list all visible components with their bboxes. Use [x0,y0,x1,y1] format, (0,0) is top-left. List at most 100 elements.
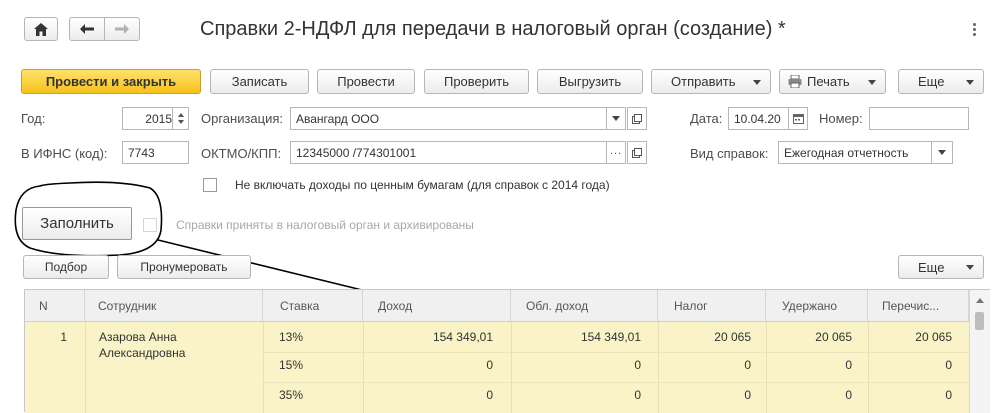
organization-field[interactable]: Авангард ООО [290,107,608,130]
column-header-employee[interactable]: Сотрудник [85,290,263,322]
ellipsis-icon: ... [609,144,623,157]
transferred-cell[interactable]: 20 065 [868,330,952,344]
save-button[interactable]: Записать [210,69,309,94]
income-cell[interactable]: 0 [363,388,493,402]
check-label: Проверить [443,74,509,89]
oktmo-open-button[interactable] [627,141,647,164]
chevron-down-icon [868,80,876,85]
table-header: N Сотрудник Ставка Доход Обл. доход Нало… [25,290,969,322]
withheld-cell[interactable]: 0 [766,358,852,372]
organization-label: Организация: [201,111,284,126]
income-cell[interactable]: 0 [363,358,493,372]
kind-select[interactable]: Ежегодная отчетность [778,141,933,164]
column-header-n[interactable]: N [25,290,85,322]
column-header-rate[interactable]: Ставка [263,290,363,322]
chevron-down-icon [753,80,761,85]
rate-cell[interactable]: 35% [279,388,303,402]
withheld-cell[interactable]: 0 [766,388,852,402]
organization-dropdown-button[interactable] [606,107,626,130]
fill-button[interactable]: Заполнить [22,207,132,240]
ifns-field[interactable]: 7743 [122,141,189,164]
column-divider [263,322,264,413]
date-field[interactable]: 10.04.20 [728,107,790,130]
more-label: Еще [918,74,945,89]
oktmo-select-button[interactable]: ... [606,141,626,164]
organization-value: Авангард ООО [296,111,380,126]
vertical-scrollbar[interactable] [969,290,990,413]
table-more-dropdown-button[interactable]: Еще [898,255,984,279]
taxable-income-cell[interactable]: 0 [511,388,641,402]
archived-checkbox[interactable] [143,218,157,232]
renumber-button[interactable]: Пронумеровать [117,255,251,279]
employee-name-line1: Азарова Анна [99,330,177,344]
date-label: Дата: [690,111,723,126]
tax-cell[interactable]: 20 065 [658,330,751,344]
number-label: Номер: [819,111,863,126]
withheld-cell[interactable]: 20 065 [766,330,852,344]
select-button[interactable]: Подбор [23,255,109,279]
year-spinner[interactable] [172,107,189,130]
exclude-securities-checkbox[interactable] [203,178,217,192]
exclude-securities-label: Не включать доходы по ценным бумагам (дл… [235,178,610,192]
rate-row-divider [263,352,969,353]
renumber-label: Пронумеровать [140,260,228,274]
chevron-down-icon [966,265,974,270]
tax-cell[interactable]: 0 [658,388,751,402]
print-label: Печать [807,74,850,89]
income-cell[interactable]: 154 349,01 [363,330,493,344]
more-dropdown-button[interactable]: Еще [898,69,984,94]
export-button[interactable]: Выгрузить [537,69,643,94]
post-and-close-button[interactable]: Провести и закрыть [21,69,201,94]
transferred-cell[interactable]: 0 [868,358,952,372]
rate-cell[interactable]: 13% [279,330,303,344]
arrow-left-icon [80,24,94,34]
employees-table[interactable]: N Сотрудник Ставка Доход Обл. доход Нало… [24,289,990,413]
calendar-button[interactable] [788,107,808,130]
kind-dropdown-button[interactable] [931,141,953,164]
taxable-income-cell[interactable]: 154 349,01 [511,330,641,344]
oktmo-kpp-field[interactable]: 12345000 /774301001 [290,141,608,164]
year-field[interactable]: 2015 [122,107,178,130]
spin-up-icon [177,113,184,117]
send-dropdown-button[interactable]: Отправить [651,69,771,94]
fill-label: Заполнить [40,215,114,232]
date-value: 10.04.20 [734,111,781,126]
kind-label: Вид справок: [690,146,769,161]
transferred-cell[interactable]: 0 [868,388,952,402]
vertical-dots-icon[interactable] [970,22,978,40]
scroll-up-icon[interactable] [976,298,984,303]
number-field[interactable] [869,107,969,130]
back-button[interactable] [69,17,105,41]
calendar-icon [792,113,804,124]
column-header-income[interactable]: Доход [363,290,511,322]
employee-name-line2: Александровна [99,346,186,360]
arrow-right-icon [115,24,129,34]
export-label: Выгрузить [558,74,622,89]
archived-label: Справки приняты в налоговый орган и архи… [176,218,474,232]
print-dropdown-button[interactable]: Печать [779,69,886,94]
chevron-down-icon [966,80,974,85]
save-label: Записать [231,74,288,89]
send-label: Отправить [671,74,736,89]
open-form-icon [632,113,642,124]
table-more-label: Еще [918,259,945,275]
check-button[interactable]: Проверить [424,69,529,94]
post-button[interactable]: Провести [317,69,415,94]
post-and-close-label: Провести и закрыть [45,74,177,89]
organization-open-button[interactable] [627,107,647,130]
spin-down-icon [177,120,184,124]
printer-icon [788,75,802,88]
home-button[interactable] [24,17,58,41]
chevron-down-icon [938,150,946,155]
scrollbar-thumb[interactable] [975,312,984,330]
taxable-income-cell[interactable]: 0 [511,358,641,372]
column-header-taxable-income[interactable]: Обл. доход [511,290,658,322]
tax-cell[interactable]: 0 [658,358,751,372]
forward-button[interactable] [104,17,140,41]
row-number: 1 [60,330,67,344]
post-label: Провести [337,74,395,89]
rate-cell[interactable]: 15% [279,358,303,372]
column-header-tax[interactable]: Налог [658,290,766,322]
column-header-withheld[interactable]: Удержано [766,290,868,322]
column-header-transferred[interactable]: Перечис... [868,290,969,322]
